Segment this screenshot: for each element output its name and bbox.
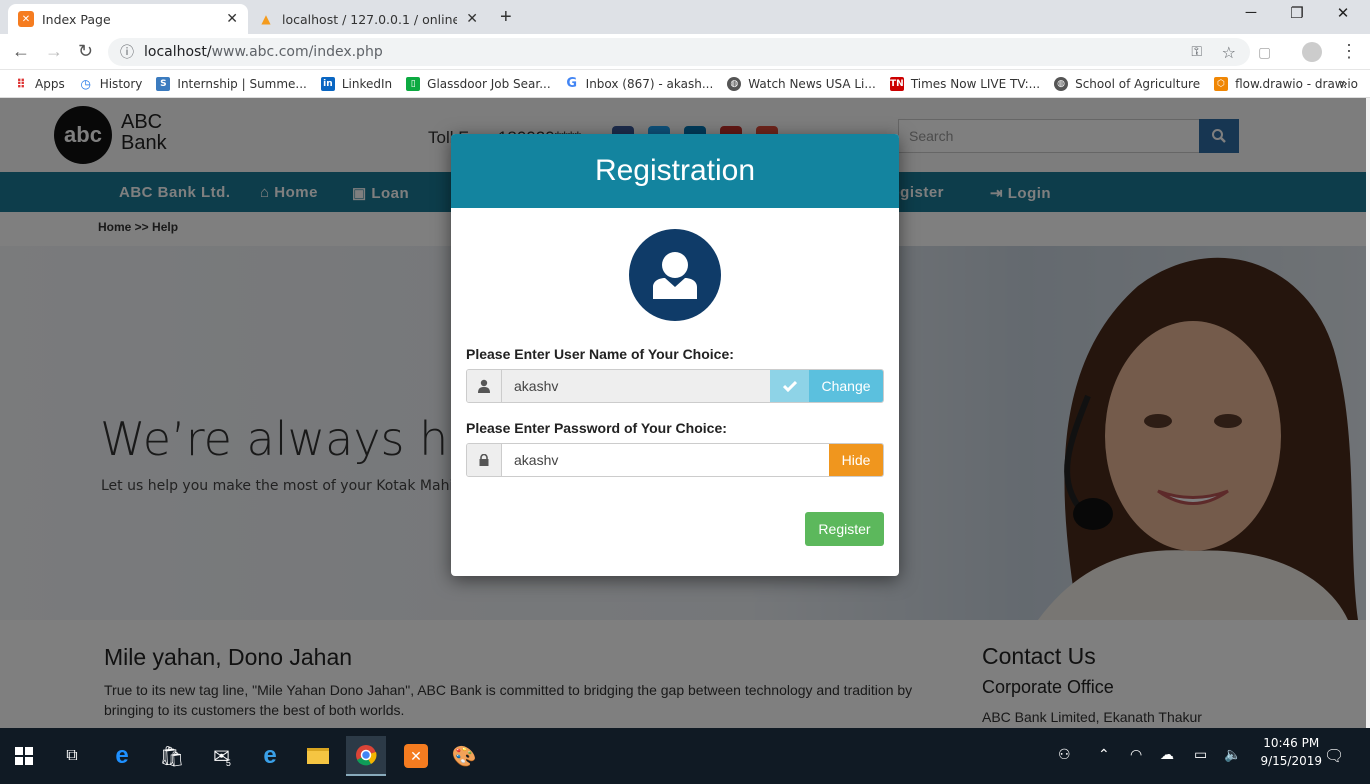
- bookmark-times-now[interactable]: TN Times Now LIVE TV:...: [889, 76, 1041, 91]
- minimize-button[interactable]: ─: [1228, 4, 1274, 21]
- scrollbar[interactable]: [1366, 98, 1370, 728]
- bookmark-apps[interactable]: ⠿ Apps: [14, 76, 65, 91]
- globe-icon: ◍: [727, 76, 742, 91]
- xampp-icon[interactable]: ✕: [396, 736, 436, 776]
- mail-badge: 5: [225, 758, 231, 768]
- maximize-button[interactable]: ❐: [1274, 4, 1320, 22]
- key-icon[interactable]: ⚿: [1191, 44, 1202, 60]
- bookmark-watch-news[interactable]: ◍ Watch News USA Li...: [727, 76, 876, 91]
- bookmark-internship[interactable]: S Internship | Summe...: [156, 76, 307, 91]
- chrome-icon[interactable]: [346, 736, 386, 776]
- mail-icon[interactable]: ✉ 5: [202, 736, 242, 776]
- reload-icon[interactable]: ↻: [78, 41, 93, 62]
- tn-icon: TN: [889, 76, 904, 91]
- task-view-icon[interactable]: ⧉: [52, 736, 92, 776]
- check-icon: [770, 370, 809, 402]
- address-bar-row: ← → ↻ ⓘ localhost/www.abc.com/index.php …: [0, 34, 1370, 70]
- bookmark-inbox[interactable]: G Inbox (867) - akash...: [565, 76, 714, 91]
- onedrive-icon[interactable]: ☁: [1160, 746, 1174, 763]
- tab-title: Index Page: [42, 11, 111, 27]
- bookmark-label: History: [99, 76, 143, 91]
- menu-dots-icon[interactable]: ⋮: [1340, 41, 1358, 62]
- globe-icon: ◍: [1054, 76, 1069, 91]
- lock-icon: [467, 444, 502, 476]
- bookmark-glassdoor[interactable]: ▯ Glassdoor Job Sear...: [406, 76, 551, 91]
- close-tab-icon[interactable]: ✕: [226, 11, 238, 27]
- xampp-icon: ✕: [18, 11, 34, 27]
- paint-icon[interactable]: 🎨: [444, 736, 484, 776]
- tab-title: localhost / 127.0.0.1 / onlinebank: [282, 11, 457, 27]
- bookmark-label: Times Now LIVE TV:...: [910, 76, 1041, 91]
- password-field[interactable]: akashv: [502, 444, 829, 476]
- tab-phpmyadmin[interactable]: ▲ localhost / 127.0.0.1 / onlinebank ✕: [248, 4, 488, 34]
- tab-index-page[interactable]: ✕ Index Page ✕: [8, 4, 248, 34]
- bookmarks-bar: ⠿ Apps ◷ History S Internship | Summe... in…: [0, 70, 1370, 98]
- tray-chevron-icon[interactable]: ⌃: [1098, 746, 1110, 763]
- bookmark-label: Watch News USA Li...: [748, 76, 876, 91]
- new-tab-button[interactable]: +: [500, 6, 512, 29]
- hide-password-button[interactable]: Hide: [829, 444, 883, 476]
- s-icon: S: [156, 76, 171, 91]
- bookmark-label: Internship | Summe...: [177, 76, 307, 91]
- windows-start-icon[interactable]: [4, 736, 44, 776]
- bookmark-label: Glassdoor Job Sear...: [427, 76, 551, 91]
- user-icon: [467, 370, 502, 402]
- bookmark-history[interactable]: ◷ History: [79, 76, 143, 91]
- forward-arrow-icon[interactable]: →: [45, 41, 63, 62]
- close-window-button[interactable]: ✕: [1320, 4, 1366, 22]
- user-avatar-icon: [629, 229, 721, 321]
- back-arrow-icon[interactable]: ←: [12, 41, 30, 62]
- bookmark-drawio[interactable]: ⬡ flow.drawio - draw.io: [1214, 76, 1358, 91]
- password-input-group: akashv Hide: [466, 443, 884, 477]
- store-icon[interactable]: 🛍: [152, 736, 192, 776]
- windows-taskbar: ⧉ e 🛍 ✉ 5 e ✕ 🎨 ⚇ ⌃ ◠ ☁ ▭ 🔈 10:46 PM 9/15…: [0, 728, 1370, 784]
- drawio-icon: ⬡: [1214, 76, 1229, 91]
- username-label: Please Enter User Name of Your Choice:: [466, 346, 734, 362]
- glassdoor-icon: ▯: [406, 76, 421, 91]
- bookmark-label: School of Agriculture: [1075, 76, 1201, 91]
- clock-time: 10:46 PM: [1263, 736, 1320, 750]
- apps-grid-icon: ⠿: [16, 76, 26, 91]
- wifi-icon[interactable]: ◠: [1130, 746, 1142, 763]
- url-path: www.abc.com/index.php: [211, 44, 383, 60]
- linkedin-icon: in: [320, 76, 335, 91]
- edge-icon[interactable]: e: [102, 736, 142, 776]
- change-button[interactable]: Change: [809, 370, 883, 402]
- username-field[interactable]: akashv: [502, 370, 770, 402]
- bookmark-linkedin[interactable]: in LinkedIn: [320, 76, 393, 91]
- url-host: localhost/: [144, 44, 212, 60]
- browser-tab-bar: ✕ Index Page ✕ ▲ localhost / 127.0.0.1 /…: [0, 0, 1370, 34]
- info-icon[interactable]: ⓘ: [120, 42, 134, 62]
- modal-title: Registration: [451, 134, 899, 208]
- url-input[interactable]: ⓘ localhost/www.abc.com/index.php ⚿ ☆: [108, 38, 1250, 66]
- history-icon: ◷: [80, 76, 91, 91]
- bookmark-label: LinkedIn: [341, 76, 393, 91]
- bookmark-label: Inbox (867) - akash...: [585, 76, 714, 91]
- volume-icon[interactable]: 🔈: [1224, 746, 1241, 763]
- more-bookmarks-icon[interactable]: »: [1339, 76, 1348, 92]
- registration-modal: Registration Please Enter User Name of Y…: [451, 134, 899, 576]
- internet-explorer-icon[interactable]: e: [250, 736, 290, 776]
- people-icon[interactable]: ⚇: [1058, 746, 1071, 763]
- profile-avatar[interactable]: [1302, 42, 1322, 62]
- file-explorer-icon[interactable]: [298, 736, 338, 776]
- clock-date: 9/15/2019: [1260, 754, 1322, 768]
- password-label: Please Enter Password of Your Choice:: [466, 420, 727, 436]
- bookmark-label: Apps: [35, 76, 65, 91]
- username-input-group: akashv Change: [466, 369, 884, 403]
- register-button[interactable]: Register: [805, 512, 884, 546]
- close-tab-icon[interactable]: ✕: [466, 11, 478, 27]
- system-clock[interactable]: 10:46 PM 9/15/2019: [1260, 734, 1322, 770]
- extension-icon[interactable]: ▢: [1258, 44, 1271, 61]
- google-icon: G: [566, 76, 577, 91]
- phpmyadmin-icon: ▲: [261, 12, 271, 26]
- notifications-icon[interactable]: 🗨: [1324, 746, 1344, 766]
- bookmark-school[interactable]: ◍ School of Agriculture: [1054, 76, 1201, 91]
- star-icon[interactable]: ☆: [1222, 43, 1236, 62]
- battery-icon[interactable]: ▭: [1194, 746, 1207, 763]
